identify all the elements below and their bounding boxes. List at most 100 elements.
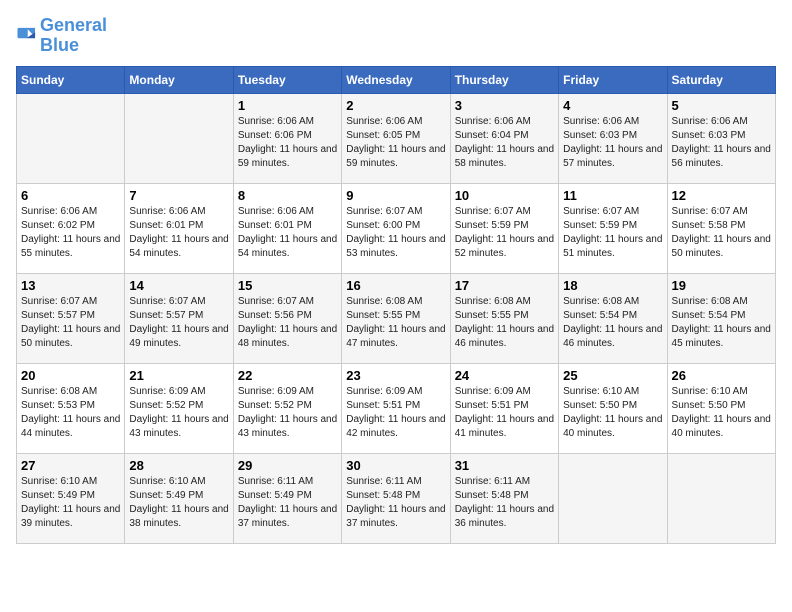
day-number: 16 bbox=[346, 278, 445, 293]
day-info: Sunrise: 6:07 AM Sunset: 5:56 PM Dayligh… bbox=[238, 295, 337, 351]
header-sunday: Sunday bbox=[17, 66, 125, 93]
day-info: Sunrise: 6:08 AM Sunset: 5:53 PM Dayligh… bbox=[21, 385, 120, 441]
calendar-cell: 8 Sunrise: 6:06 AM Sunset: 6:01 PM Daylig… bbox=[233, 183, 341, 273]
calendar-cell: 6Sunrise: 6:06 AM Sunset: 6:02 PM Daylig… bbox=[17, 183, 125, 273]
day-number: 28 bbox=[129, 458, 228, 473]
day-number: 10 bbox=[455, 188, 554, 203]
calendar-cell: 30Sunrise: 6:11 AM Sunset: 5:48 PM Dayli… bbox=[342, 453, 450, 543]
day-info: Sunrise: 6:10 AM Sunset: 5:49 PM Dayligh… bbox=[21, 475, 120, 531]
calendar-cell: 9 Sunrise: 6:07 AM Sunset: 6:00 PM Daylig… bbox=[342, 183, 450, 273]
day-number: 7 bbox=[129, 188, 228, 203]
logo: General Blue bbox=[16, 16, 107, 56]
calendar-cell: 23 Sunrise: 6:09 AM Sunset: 5:51 PM Dayli… bbox=[342, 363, 450, 453]
day-info: Sunrise: 6:07 AM Sunset: 5:57 PM Dayligh… bbox=[129, 295, 228, 351]
header-row: Sunday Monday Tuesday Wednesday Thursday… bbox=[17, 66, 776, 93]
calendar-cell: 21Sunrise: 6:09 AM Sunset: 5:52 PM Dayli… bbox=[125, 363, 233, 453]
week-row-3: 20 Sunrise: 6:08 AM Sunset: 5:53 PM Dayli… bbox=[17, 363, 776, 453]
day-info: Sunrise: 6:06 AM Sunset: 6:05 PM Dayligh… bbox=[346, 115, 445, 171]
day-number: 23 bbox=[346, 368, 445, 383]
day-info: Sunrise: 6:07 AM Sunset: 5:57 PM Dayligh… bbox=[21, 295, 120, 351]
calendar-cell bbox=[667, 453, 775, 543]
day-number: 6 bbox=[21, 188, 120, 203]
calendar-cell: 2Sunrise: 6:06 AM Sunset: 6:05 PM Daylig… bbox=[342, 93, 450, 183]
day-info: Sunrise: 6:10 AM Sunset: 5:50 PM Dayligh… bbox=[672, 385, 771, 441]
day-info: Sunrise: 6:07 AM Sunset: 6:00 PM Dayligh… bbox=[346, 205, 445, 261]
header-wednesday: Wednesday bbox=[342, 66, 450, 93]
calendar-cell: 18 Sunrise: 6:08 AM Sunset: 5:54 PM Dayli… bbox=[559, 273, 667, 363]
calendar-cell: 26 Sunrise: 6:10 AM Sunset: 5:50 PM Dayli… bbox=[667, 363, 775, 453]
header-thursday: Thursday bbox=[450, 66, 558, 93]
day-number: 11 bbox=[563, 188, 662, 203]
calendar-cell: 25Sunrise: 6:10 AM Sunset: 5:50 PM Dayli… bbox=[559, 363, 667, 453]
header-saturday: Saturday bbox=[667, 66, 775, 93]
calendar-cell: 7Sunrise: 6:06 AM Sunset: 6:01 PM Daylig… bbox=[125, 183, 233, 273]
calendar-cell: 3 Sunrise: 6:06 AM Sunset: 6:04 PM Daylig… bbox=[450, 93, 558, 183]
header-monday: Monday bbox=[125, 66, 233, 93]
page-header: General Blue bbox=[16, 16, 776, 56]
day-number: 22 bbox=[238, 368, 337, 383]
calendar-cell: 24Sunrise: 6:09 AM Sunset: 5:51 PM Dayli… bbox=[450, 363, 558, 453]
day-info: Sunrise: 6:08 AM Sunset: 5:54 PM Dayligh… bbox=[563, 295, 662, 351]
week-row-4: 27 Sunrise: 6:10 AM Sunset: 5:49 PM Dayli… bbox=[17, 453, 776, 543]
day-number: 12 bbox=[672, 188, 771, 203]
day-info: Sunrise: 6:09 AM Sunset: 5:51 PM Dayligh… bbox=[346, 385, 445, 441]
day-number: 13 bbox=[21, 278, 120, 293]
day-number: 4 bbox=[563, 98, 662, 113]
day-number: 14 bbox=[129, 278, 228, 293]
logo-icon bbox=[16, 25, 38, 47]
day-number: 5 bbox=[672, 98, 771, 113]
calendar-cell: 5Sunrise: 6:06 AM Sunset: 6:03 PM Daylig… bbox=[667, 93, 775, 183]
day-info: Sunrise: 6:10 AM Sunset: 5:49 PM Dayligh… bbox=[129, 475, 228, 531]
day-info: Sunrise: 6:08 AM Sunset: 5:54 PM Dayligh… bbox=[672, 295, 771, 351]
day-info: Sunrise: 6:06 AM Sunset: 6:03 PM Dayligh… bbox=[563, 115, 662, 171]
calendar-cell: 14 Sunrise: 6:07 AM Sunset: 5:57 PM Dayli… bbox=[125, 273, 233, 363]
day-number: 15 bbox=[238, 278, 337, 293]
day-info: Sunrise: 6:08 AM Sunset: 5:55 PM Dayligh… bbox=[455, 295, 554, 351]
day-info: Sunrise: 6:08 AM Sunset: 5:55 PM Dayligh… bbox=[346, 295, 445, 351]
calendar-table: Sunday Monday Tuesday Wednesday Thursday… bbox=[16, 66, 776, 544]
calendar-cell bbox=[17, 93, 125, 183]
logo-text: General Blue bbox=[40, 16, 107, 56]
week-row-0: 1 Sunrise: 6:06 AM Sunset: 6:06 PM Daylig… bbox=[17, 93, 776, 183]
day-info: Sunrise: 6:07 AM Sunset: 5:58 PM Dayligh… bbox=[672, 205, 771, 261]
day-info: Sunrise: 6:09 AM Sunset: 5:51 PM Dayligh… bbox=[455, 385, 554, 441]
day-number: 1 bbox=[238, 98, 337, 113]
day-info: Sunrise: 6:07 AM Sunset: 5:59 PM Dayligh… bbox=[563, 205, 662, 261]
day-info: Sunrise: 6:11 AM Sunset: 5:49 PM Dayligh… bbox=[238, 475, 337, 531]
day-info: Sunrise: 6:06 AM Sunset: 6:04 PM Dayligh… bbox=[455, 115, 554, 171]
calendar-cell: 12 Sunrise: 6:07 AM Sunset: 5:58 PM Dayli… bbox=[667, 183, 775, 273]
calendar-cell: 16 Sunrise: 6:08 AM Sunset: 5:55 PM Dayli… bbox=[342, 273, 450, 363]
header-friday: Friday bbox=[559, 66, 667, 93]
calendar-cell: 10 Sunrise: 6:07 AM Sunset: 5:59 PM Dayli… bbox=[450, 183, 558, 273]
day-number: 29 bbox=[238, 458, 337, 473]
calendar-cell: 31Sunrise: 6:11 AM Sunset: 5:48 PM Dayli… bbox=[450, 453, 558, 543]
calendar-cell: 17Sunrise: 6:08 AM Sunset: 5:55 PM Dayli… bbox=[450, 273, 558, 363]
calendar-cell: 20 Sunrise: 6:08 AM Sunset: 5:53 PM Dayli… bbox=[17, 363, 125, 453]
calendar-cell: 27 Sunrise: 6:10 AM Sunset: 5:49 PM Dayli… bbox=[17, 453, 125, 543]
day-number: 9 bbox=[346, 188, 445, 203]
calendar-cell: 1 Sunrise: 6:06 AM Sunset: 6:06 PM Daylig… bbox=[233, 93, 341, 183]
week-row-1: 6Sunrise: 6:06 AM Sunset: 6:02 PM Daylig… bbox=[17, 183, 776, 273]
day-info: Sunrise: 6:07 AM Sunset: 5:59 PM Dayligh… bbox=[455, 205, 554, 261]
day-number: 26 bbox=[672, 368, 771, 383]
calendar-cell bbox=[125, 93, 233, 183]
day-info: Sunrise: 6:06 AM Sunset: 6:06 PM Dayligh… bbox=[238, 115, 337, 171]
calendar-cell: 15 Sunrise: 6:07 AM Sunset: 5:56 PM Dayli… bbox=[233, 273, 341, 363]
calendar-cell: 28 Sunrise: 6:10 AM Sunset: 5:49 PM Dayli… bbox=[125, 453, 233, 543]
day-info: Sunrise: 6:09 AM Sunset: 5:52 PM Dayligh… bbox=[129, 385, 228, 441]
day-number: 18 bbox=[563, 278, 662, 293]
calendar-cell: 11 Sunrise: 6:07 AM Sunset: 5:59 PM Dayli… bbox=[559, 183, 667, 273]
day-info: Sunrise: 6:09 AM Sunset: 5:52 PM Dayligh… bbox=[238, 385, 337, 441]
day-number: 30 bbox=[346, 458, 445, 473]
day-number: 27 bbox=[21, 458, 120, 473]
day-info: Sunrise: 6:10 AM Sunset: 5:50 PM Dayligh… bbox=[563, 385, 662, 441]
day-number: 8 bbox=[238, 188, 337, 203]
header-tuesday: Tuesday bbox=[233, 66, 341, 93]
day-info: Sunrise: 6:06 AM Sunset: 6:01 PM Dayligh… bbox=[238, 205, 337, 261]
calendar-cell: 19Sunrise: 6:08 AM Sunset: 5:54 PM Dayli… bbox=[667, 273, 775, 363]
calendar-cell bbox=[559, 453, 667, 543]
week-row-2: 13 Sunrise: 6:07 AM Sunset: 5:57 PM Dayli… bbox=[17, 273, 776, 363]
day-number: 20 bbox=[21, 368, 120, 383]
day-number: 3 bbox=[455, 98, 554, 113]
calendar-cell: 22 Sunrise: 6:09 AM Sunset: 5:52 PM Dayli… bbox=[233, 363, 341, 453]
